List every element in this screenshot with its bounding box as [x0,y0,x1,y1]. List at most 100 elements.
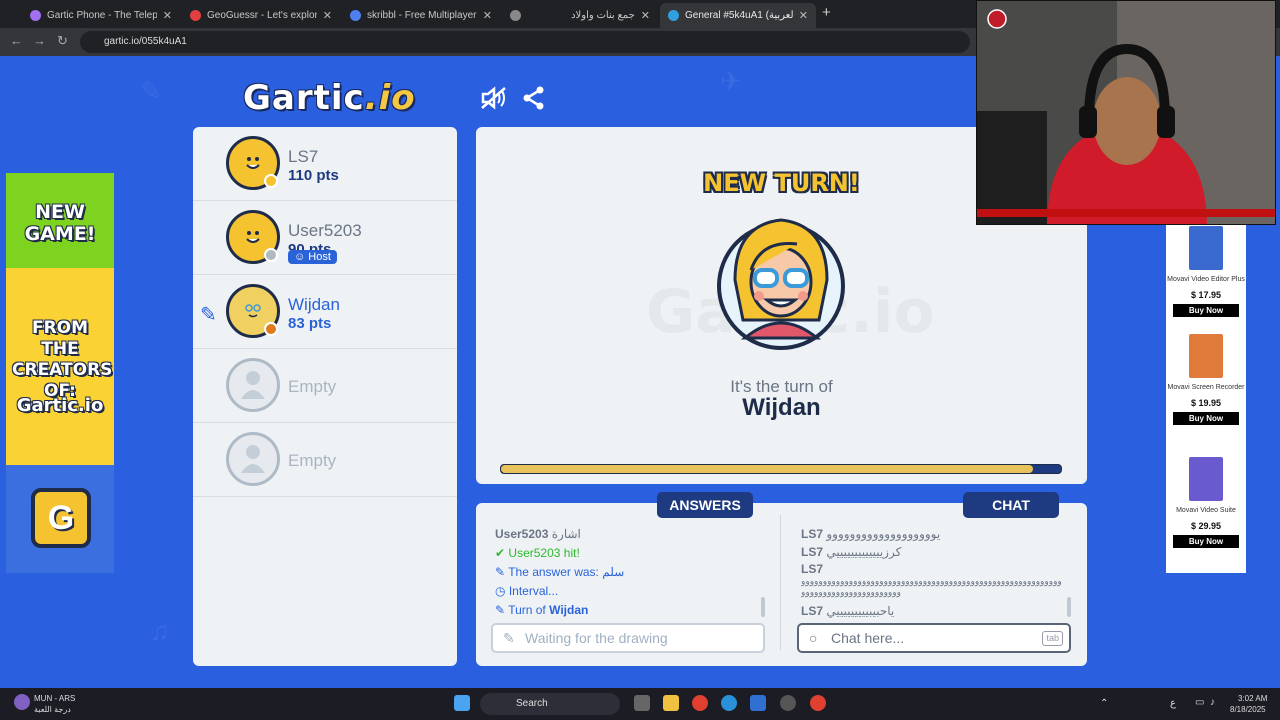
browser-tab-gartic-io[interactable]: General #5k4uA1 (العربية) - Gar ✕ [660,3,816,28]
tab-title: جمع بنات وأولاد [571,10,635,21]
forward-arrow-icon[interactable]: → [33,33,46,48]
product-price: $ 29.95 [1190,521,1222,531]
message-text: Turn of [508,603,550,617]
globe-favicon-icon [510,10,521,21]
browser-tab-geoguessr[interactable]: GeoGuessr - Let's explore the w ✕ [182,3,340,28]
chat-tab[interactable]: CHAT [963,492,1059,518]
close-tab-icon[interactable]: ✕ [163,9,172,22]
product-box-icon [1189,226,1223,270]
player-row-current-drawer[interactable]: Wijdan 83 pts [193,275,457,349]
webcam-overlay [976,0,1276,225]
check-icon: ✔ [495,546,506,560]
player-row[interactable]: LS7 110 pts [193,127,457,201]
close-tab-icon[interactable]: ✕ [799,9,808,22]
clock-date[interactable]: 8/18/2025 [1230,705,1266,714]
tray-chevron-icon[interactable]: ⌃ [1100,698,1108,709]
chat-input[interactable]: ○ Chat here... tab [797,623,1071,653]
tab-key-hint: tab [1042,631,1063,646]
share-icon[interactable] [522,86,546,116]
back-arrow-icon[interactable]: ← [10,33,23,48]
ad-brand: Gartic.io [16,395,104,416]
host-label: Host [308,251,331,263]
turn-progress-fill [501,465,1033,473]
ad-product[interactable]: Movavi Screen Recorder $ 19.95 Buy Now [1166,334,1246,425]
gartic-logo[interactable]: Gartic.io [243,78,416,118]
browser-tab-pinned[interactable] [502,3,532,28]
tab-title: General #5k4uA1 (العربية) - Gar [685,10,793,21]
weather-subtitle: درجة اللعبة [34,705,71,714]
player-name: LS7 [288,147,319,166]
answer-input[interactable]: ✎ Waiting for the drawing [491,623,765,653]
answers-message-interval: ◷ Interval... [495,584,558,598]
close-tab-icon[interactable]: ✕ [483,9,492,22]
empty-slot: Empty [193,349,457,423]
background-doodle-icon: ✎ [140,76,162,106]
url-field[interactable]: gartic.io/055k4uA1 [80,31,970,53]
right-advertisement[interactable]: Movavi Video Editor Plus $ 17.95 Buy Now… [1166,224,1246,573]
answers-scrollbar[interactable] [761,597,765,617]
clock-time[interactable]: 3:02 AM [1238,694,1267,703]
language-indicator[interactable]: ع [1170,698,1176,709]
ad-product[interactable]: Movavi Video Suite $ 29.95 Buy Now [1166,457,1246,548]
answers-tab[interactable]: ANSWERS [657,492,753,518]
panel-divider [780,515,781,650]
ad-subheadline: FROM THE CREATORS OF: [12,318,113,401]
gartic-app-icon: G [31,488,91,548]
blonde-girl-avatar-icon [245,304,261,318]
answer-input-placeholder: Waiting for the drawing [525,630,668,646]
message-text: يووووووووووووووووووو [826,527,941,541]
answer-word: سلم [602,565,625,579]
product-price: $ 19.95 [1190,398,1222,408]
chrome-icon[interactable] [692,695,708,711]
store-icon[interactable] [750,695,766,711]
empty-avatar-icon [226,432,280,486]
message-text: The answer was: [508,565,603,579]
chat-scrollbar[interactable] [1067,597,1071,617]
windows-start-icon[interactable] [454,695,470,711]
message-user: LS7 [801,527,824,541]
answers-chat-panel: User5203 اشارة ✔ User5203 hit! ✎ The ans… [476,503,1087,666]
browser-tab-gartic-phone[interactable]: Gartic Phone - The Telephone G ✕ [22,3,180,28]
turn-player-avatar-icon [717,218,845,350]
taskbar-search[interactable]: Search [480,693,620,715]
message-user: LS7 [801,604,824,618]
close-tab-icon[interactable]: ✕ [323,9,332,22]
player-status-dot [264,174,278,188]
left-advertisement[interactable]: NEW GAME! FROM THE CREATORS OF: Gartic.i… [6,173,114,573]
message-user: LS7 [801,545,824,559]
edge-icon[interactable] [721,695,737,711]
browser-tab-skribbl[interactable]: skribbl - Free Multiplayer Draw ✕ [342,3,500,28]
search-label: Search [516,698,548,709]
logo-io: .io [364,78,416,118]
chrome-active-icon[interactable] [810,695,826,711]
buy-now-button[interactable]: Buy Now [1173,535,1239,548]
sound-off-icon[interactable] [481,86,507,116]
player-name: User5203 [288,221,362,240]
player-row[interactable]: User5203 90 pts ☺ Host [193,201,457,275]
volume-icon[interactable]: ♪ [1210,697,1215,708]
empty-slot-label: Empty [288,377,337,396]
answers-message: User5203 اشارة [495,527,581,541]
network-icon[interactable]: ▭ [1195,697,1204,708]
answers-message-turn: ✎ Turn of Wijdan [495,603,588,617]
file-explorer-icon[interactable] [663,695,679,711]
weather-widget-icon[interactable] [14,694,30,710]
buy-now-button[interactable]: Buy Now [1173,304,1239,317]
close-tab-icon[interactable]: ✕ [641,9,650,22]
product-name: Movavi Video Editor Plus [1167,276,1245,283]
empty-slot: Empty [193,423,457,497]
answers-message-hit: ✔ User5203 hit! [495,546,580,560]
product-name: Movavi Video Suite [1176,507,1236,514]
geoguessr-favicon-icon [190,10,201,21]
tab-title: GeoGuessr - Let's explore the w [207,10,317,21]
task-view-icon[interactable] [634,695,650,711]
app-icon[interactable] [780,695,796,711]
ad-product[interactable]: Movavi Video Editor Plus $ 17.95 Buy Now [1166,226,1246,317]
buy-now-button[interactable]: Buy Now [1173,412,1239,425]
empty-avatar-icon [226,358,280,412]
weather-title: MUN - ARS [34,694,76,703]
browser-tab-arabic[interactable]: جمع بنات وأولاد ✕ [534,3,658,28]
reload-icon[interactable]: ↻ [57,33,68,49]
new-tab-icon[interactable]: + [822,4,831,21]
chat-input-placeholder: Chat here... [831,630,905,646]
